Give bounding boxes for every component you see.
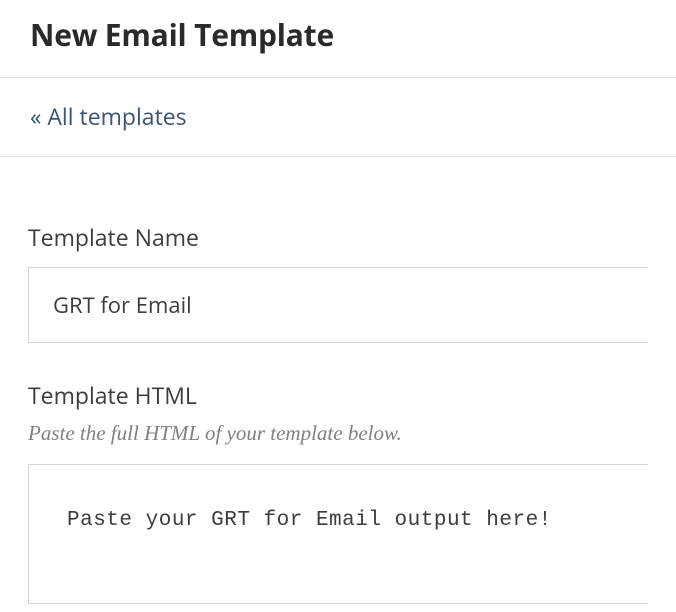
template-html-helper: Paste the full HTML of your template bel…: [28, 421, 648, 446]
form-section: Template Name Template HTML Paste the fu…: [0, 157, 676, 609]
breadcrumb-section: « All templates: [0, 77, 676, 157]
template-name-input[interactable]: [28, 267, 648, 343]
all-templates-link[interactable]: « All templates: [30, 100, 187, 132]
page-title: New Email Template: [30, 14, 646, 55]
template-name-group: Template Name: [28, 221, 648, 343]
header-section: New Email Template: [0, 0, 676, 77]
template-html-textarea[interactable]: Paste your GRT for Email output here!: [28, 464, 648, 604]
template-html-label: Template HTML: [28, 379, 648, 411]
template-html-group: Template HTML Paste the full HTML of you…: [28, 379, 648, 609]
template-name-label: Template Name: [28, 221, 648, 253]
